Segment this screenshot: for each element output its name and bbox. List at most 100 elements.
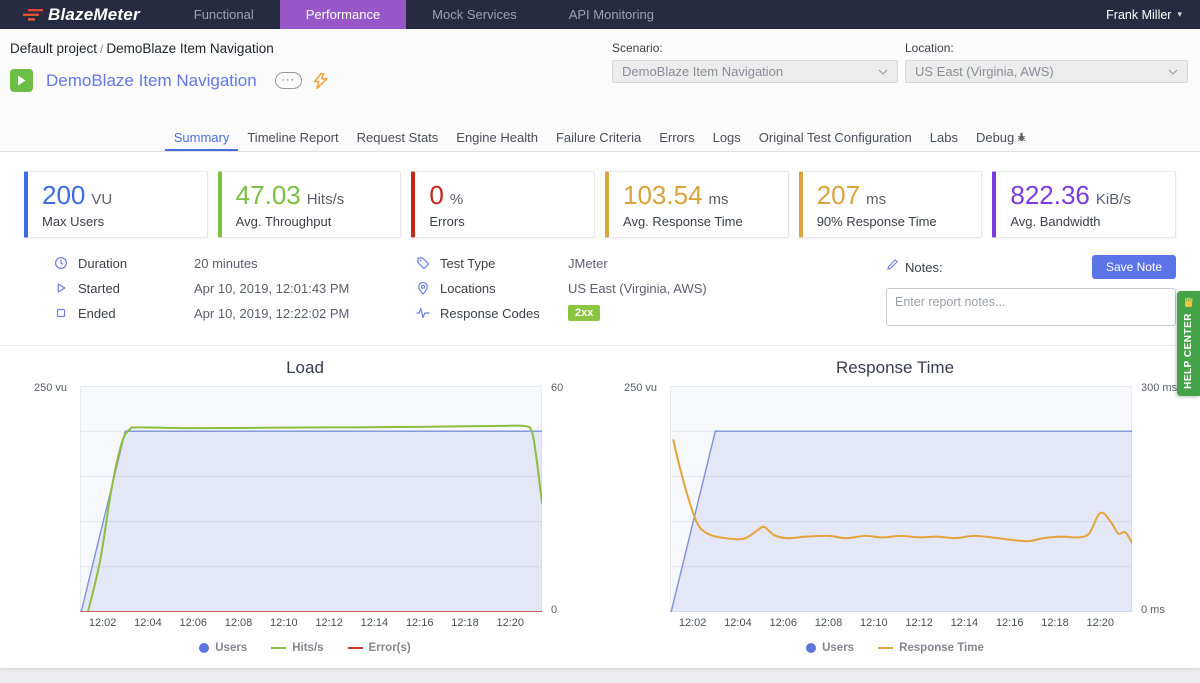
kpi-value: 207 bbox=[817, 180, 860, 210]
detail-row-locations: LocationsUS East (Virginia, AWS) bbox=[416, 280, 871, 296]
response-code-badge: 2xx bbox=[568, 305, 600, 321]
kpi-value: 47.03 bbox=[236, 180, 301, 210]
kpi-unit: VU bbox=[91, 191, 112, 208]
pin-icon bbox=[416, 281, 431, 295]
response-time-chart-svg bbox=[670, 386, 1132, 612]
page: BlazeMeter FunctionalPerformanceMock Ser… bbox=[0, 0, 1200, 683]
brand-name: BlazeMeter bbox=[48, 5, 140, 25]
x-tick: 12:08 bbox=[225, 617, 253, 629]
report-notes-input[interactable] bbox=[886, 288, 1176, 326]
nav-item-performance[interactable]: Performance bbox=[280, 0, 406, 29]
nav-item-api-monitoring[interactable]: API Monitoring bbox=[543, 0, 680, 29]
legend-item-response-time[interactable]: Response Time bbox=[878, 642, 984, 654]
tab-timeline-report[interactable]: Timeline Report bbox=[238, 125, 347, 151]
legend-item-users[interactable]: Users bbox=[806, 642, 854, 654]
location-label: Location: bbox=[905, 41, 1188, 55]
breadcrumb-current: DemoBlaze Item Navigation bbox=[106, 41, 273, 56]
run-test-button[interactable] bbox=[10, 69, 33, 92]
scenario-select[interactable]: DemoBlaze Item Navigation bbox=[612, 60, 898, 83]
detail-label: Ended bbox=[78, 306, 194, 321]
summary-panel: 200VUMax Users 47.03 Hits/s Avg. Throughput… bbox=[0, 152, 1200, 668]
blazemeter-logo[interactable]: BlazeMeter bbox=[20, 0, 140, 29]
notes-label: Notes: bbox=[905, 260, 943, 275]
chart-response-time: Response Time 250 vu300 ms0 ms12:0212:041… bbox=[600, 358, 1190, 668]
lightning-bolt-icon[interactable] bbox=[314, 73, 328, 89]
detail-value: US East (Virginia, AWS) bbox=[568, 281, 707, 296]
kpi-row: 200VUMax Users47.03Hits/sAvg. Throughput… bbox=[0, 152, 1200, 238]
kpi-card-90-response-time: 207 ms 90% Response Time bbox=[799, 171, 983, 238]
user-menu[interactable]: Frank Miller ▾ bbox=[1106, 0, 1182, 29]
tab-logs[interactable]: Logs bbox=[704, 125, 750, 151]
top-nav: BlazeMeter FunctionalPerformanceMock Ser… bbox=[0, 0, 1200, 29]
detail-row-ended: EndedApr 10, 2019, 12:22:02 PM bbox=[54, 305, 416, 321]
nav-item-functional[interactable]: Functional bbox=[168, 0, 280, 29]
chevron-down-icon bbox=[878, 69, 888, 75]
plot-area: 250 vu300 ms0 ms12:0212:0412:0612:0812:1… bbox=[670, 386, 1132, 612]
detail-row-duration: Duration20 minutes bbox=[54, 255, 416, 271]
legend-label: Error(s) bbox=[369, 642, 411, 654]
detail-label: Started bbox=[78, 281, 194, 296]
kpi-card-max-users: 200VUMax Users bbox=[24, 171, 208, 238]
kpi-value: 103.54 bbox=[623, 180, 703, 210]
tab-labs[interactable]: Labs bbox=[921, 125, 967, 151]
detail-column-times: Duration20 minutesStartedApr 10, 2019, 1… bbox=[24, 255, 416, 331]
breadcrumb-separator: / bbox=[97, 42, 106, 56]
nav-item-mock-services[interactable]: Mock Services bbox=[406, 0, 543, 29]
x-tick: 12:16 bbox=[996, 617, 1024, 629]
legend-marker bbox=[271, 647, 286, 649]
test-title[interactable]: DemoBlaze Item Navigation bbox=[46, 71, 257, 91]
right-axis-top-label: 300 ms bbox=[1134, 382, 1176, 394]
legend-marker bbox=[348, 647, 363, 649]
x-tick: 12:06 bbox=[179, 617, 207, 629]
report-header: Default project/DemoBlaze Item Navigatio… bbox=[0, 29, 1200, 125]
caret-down-icon: ▾ bbox=[1177, 9, 1182, 20]
kpi-label: Avg. Response Time bbox=[623, 214, 774, 229]
legend-label: Hits/s bbox=[292, 642, 323, 654]
legend-item-users[interactable]: Users bbox=[199, 642, 247, 654]
x-tick: 12:02 bbox=[679, 617, 707, 629]
tab-request-stats[interactable]: Request Stats bbox=[348, 125, 448, 151]
report-tabs: SummaryTimeline ReportRequest StatsEngin… bbox=[0, 125, 1200, 151]
x-tick: 12:12 bbox=[905, 617, 933, 629]
speed-lines-icon bbox=[20, 7, 44, 23]
tab-original-test-configuration[interactable]: Original Test Configuration bbox=[750, 125, 921, 151]
legend-item-error-s[interactable]: Error(s) bbox=[348, 642, 411, 654]
help-center-label: HELP CENTER bbox=[1183, 313, 1194, 389]
kpi-label: Avg. Throughput bbox=[236, 214, 387, 229]
legend-marker bbox=[878, 647, 893, 649]
test-details: Duration20 minutesStartedApr 10, 2019, 1… bbox=[0, 238, 1200, 345]
pencil-icon bbox=[886, 258, 899, 276]
tab-engine-health[interactable]: Engine Health bbox=[447, 125, 547, 151]
tab-errors[interactable]: Errors bbox=[650, 125, 703, 151]
detail-column-config: Test TypeJMeterLocationsUS East (Virgini… bbox=[416, 255, 871, 331]
more-options-button[interactable]: ··· bbox=[275, 72, 302, 89]
charts-row: Load250 vu60012:0212:0412:0612:0812:1012… bbox=[0, 345, 1200, 668]
tab-summary[interactable]: Summary bbox=[165, 125, 239, 151]
kpi-unit: ms bbox=[866, 191, 886, 208]
tabs-row: SummaryTimeline ReportRequest StatsEngin… bbox=[0, 125, 1200, 152]
x-tick: 12:04 bbox=[724, 617, 752, 629]
kpi-label: 90% Response Time bbox=[817, 214, 968, 229]
x-tick: 12:08 bbox=[815, 617, 843, 629]
x-tick: 12:18 bbox=[451, 617, 479, 629]
breadcrumb-project[interactable]: Default project bbox=[10, 41, 97, 56]
plot-area: 250 vu60012:0212:0412:0612:0812:1012:121… bbox=[80, 386, 542, 612]
tab-debug[interactable]: Debug bbox=[967, 125, 1035, 151]
legend-label: Users bbox=[215, 642, 247, 654]
help-center-tab[interactable]: HELP CENTER bbox=[1177, 291, 1200, 396]
x-tick: 12:10 bbox=[270, 617, 298, 629]
save-note-button[interactable]: Save Note bbox=[1092, 255, 1176, 279]
left-axis-label: 250 vu bbox=[24, 382, 74, 394]
legend-label: Users bbox=[822, 642, 854, 654]
chevron-down-icon bbox=[1168, 69, 1178, 75]
bug-icon bbox=[1017, 130, 1026, 145]
pulse-icon bbox=[416, 306, 431, 320]
location-select[interactable]: US East (Virginia, AWS) bbox=[905, 60, 1188, 83]
right-axis-top-label: 60 bbox=[544, 382, 586, 394]
legend-item-hits-s[interactable]: Hits/s bbox=[271, 642, 323, 654]
chart-legend: Users Hits/s Error(s) bbox=[24, 642, 586, 668]
notes-section: Notes: Save Note bbox=[886, 255, 1176, 331]
tab-failure-criteria[interactable]: Failure Criteria bbox=[547, 125, 650, 151]
kpi-label: Errors bbox=[429, 214, 580, 229]
tag-icon bbox=[416, 256, 431, 270]
